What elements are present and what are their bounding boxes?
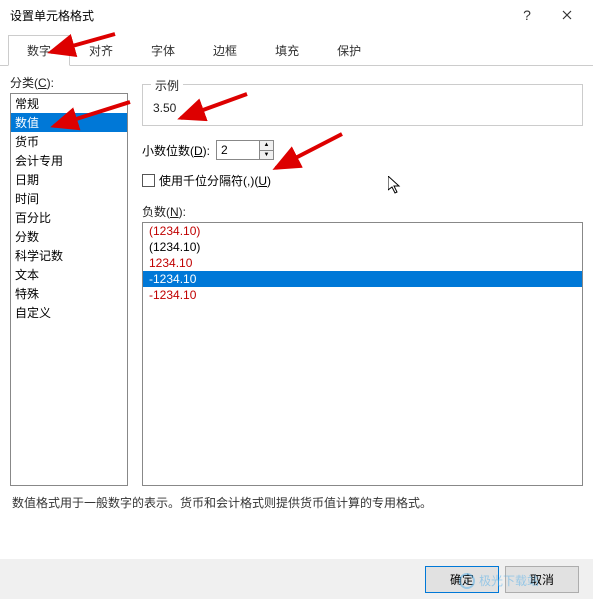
- negative-item[interactable]: -1234.10: [143, 287, 582, 303]
- category-item[interactable]: 文本: [11, 265, 127, 284]
- tab-number[interactable]: 数字: [8, 35, 70, 66]
- dialog-footer: 确定 取消: [0, 559, 593, 599]
- tab-fill[interactable]: 填充: [256, 35, 318, 66]
- cancel-button[interactable]: 取消: [505, 566, 579, 593]
- category-column: 分类(C): 常规数值货币会计专用日期时间百分比分数科学记数文本特殊自定义: [10, 74, 128, 486]
- titlebar: 设置单元格格式 ?: [0, 0, 593, 30]
- category-item[interactable]: 自定义: [11, 303, 127, 322]
- category-item[interactable]: 百分比: [11, 208, 127, 227]
- category-item[interactable]: 时间: [11, 189, 127, 208]
- category-item[interactable]: 货币: [11, 132, 127, 151]
- thousand-sep-checkbox[interactable]: [142, 174, 155, 187]
- tab-border[interactable]: 边框: [194, 35, 256, 66]
- tab-alignment[interactable]: 对齐: [70, 35, 132, 66]
- negative-item[interactable]: -1234.10: [143, 271, 582, 287]
- negative-item[interactable]: (1234.10): [143, 223, 582, 239]
- format-description: 数值格式用于一般数字的表示。货币和会计格式则提供货币值计算的专用格式。: [0, 486, 593, 519]
- category-item[interactable]: 日期: [11, 170, 127, 189]
- decimal-input[interactable]: [217, 141, 259, 159]
- negative-label: 负数(N):: [142, 203, 583, 220]
- thousand-sep-row: 使用千位分隔符(,)(U): [142, 172, 583, 189]
- category-item[interactable]: 数值: [11, 113, 127, 132]
- help-icon: ?: [523, 7, 531, 23]
- decimal-spinner: ▲ ▼: [216, 140, 274, 160]
- decimal-row: 小数位数(D): ▲ ▼: [142, 140, 583, 160]
- tab-font[interactable]: 字体: [132, 35, 194, 66]
- spinner-down[interactable]: ▼: [260, 151, 273, 160]
- dialog-title: 设置单元格格式: [6, 7, 507, 24]
- example-box: 示例 3.50: [142, 84, 583, 126]
- negative-item[interactable]: (1234.10): [143, 239, 582, 255]
- negative-item[interactable]: 1234.10: [143, 255, 582, 271]
- category-item[interactable]: 科学记数: [11, 246, 127, 265]
- close-button[interactable]: [547, 0, 587, 30]
- negative-list[interactable]: (1234.10)(1234.10)1234.10-1234.10-1234.1…: [142, 222, 583, 486]
- tab-bar: 数字 对齐 字体 边框 填充 保护: [0, 34, 593, 66]
- category-item[interactable]: 会计专用: [11, 151, 127, 170]
- detail-column: 示例 3.50 小数位数(D): ▲ ▼ 使用千位分隔符(,)(U) 负数(N)…: [142, 74, 583, 486]
- category-item[interactable]: 特殊: [11, 284, 127, 303]
- decimal-label: 小数位数(D):: [142, 142, 210, 159]
- ok-button[interactable]: 确定: [425, 566, 499, 593]
- category-label: 分类(C):: [10, 74, 128, 91]
- spinner-up[interactable]: ▲: [260, 141, 273, 151]
- example-legend: 示例: [151, 77, 183, 94]
- example-value: 3.50: [153, 101, 572, 115]
- category-item[interactable]: 常规: [11, 94, 127, 113]
- category-list[interactable]: 常规数值货币会计专用日期时间百分比分数科学记数文本特殊自定义: [10, 93, 128, 486]
- help-button[interactable]: ?: [507, 0, 547, 30]
- close-icon: [562, 10, 572, 20]
- content-area: 分类(C): 常规数值货币会计专用日期时间百分比分数科学记数文本特殊自定义 示例…: [0, 66, 593, 486]
- category-item[interactable]: 分数: [11, 227, 127, 246]
- thousand-sep-label: 使用千位分隔符(,)(U): [159, 172, 271, 189]
- spinner-buttons: ▲ ▼: [259, 141, 273, 159]
- tab-protection[interactable]: 保护: [318, 35, 380, 66]
